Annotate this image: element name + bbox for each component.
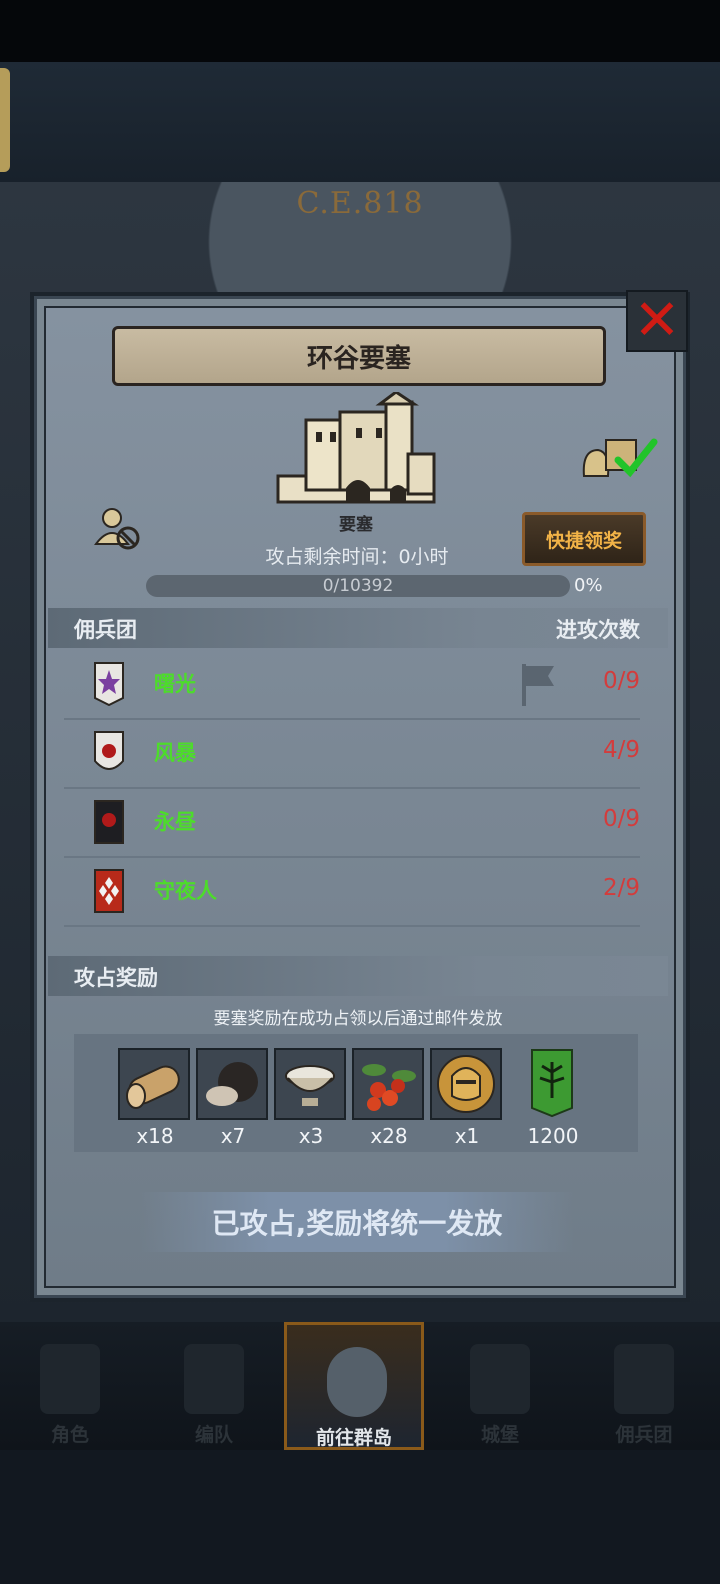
bottom-bar: [0, 1450, 720, 1584]
dawn-banner-icon: [94, 662, 124, 706]
nav-label: 编队: [194, 1424, 233, 1446]
mercenary-row[interactable]: 守夜人 2/9: [64, 857, 640, 927]
nav-castle[interactable]: 城堡: [430, 1322, 570, 1450]
mercenary-name: 曙光: [154, 672, 196, 696]
occupant-none-icon[interactable]: [94, 506, 142, 552]
eternal-day-banner-icon: [94, 800, 124, 844]
nav-formation[interactable]: 编队: [144, 1322, 284, 1450]
attack-count: 0/9: [602, 806, 640, 832]
nav-label: 城堡: [480, 1424, 519, 1446]
helmet-icon: [184, 1344, 244, 1414]
side-tab[interactable]: [0, 68, 10, 172]
berries-icon: [362, 1064, 416, 1111]
reward-section-title: 攻占奖励: [74, 966, 158, 990]
captured-status-text: 已攻占,奖励将统一发放: [211, 1207, 503, 1240]
nav-label: 佣兵团: [615, 1424, 673, 1446]
status-bar: [0, 0, 720, 62]
reward-qty: x3: [298, 1124, 324, 1148]
reward-item[interactable]: [118, 1048, 190, 1120]
night-watch-banner-icon: [94, 869, 124, 913]
reward-section-header: 攻占奖励: [48, 956, 668, 996]
captured-status-banner: 已攻占,奖励将统一发放: [140, 1192, 574, 1252]
bottom-nav: 角色 编队 前往群岛 城堡 佣兵团: [0, 1322, 720, 1450]
remaining-time: 攻占剩余时间：0小时: [265, 546, 449, 568]
reward-item[interactable]: [274, 1048, 346, 1120]
close-icon: ✕: [633, 288, 681, 353]
reward-list: x18 x7 x3 x28 x1 1200: [74, 1034, 638, 1152]
progress-value: 0/10392: [322, 576, 394, 596]
tree-banner-icon[interactable]: [530, 1048, 574, 1118]
reward-item[interactable]: [430, 1048, 502, 1120]
reward-qty: 1200: [527, 1124, 579, 1148]
reward-qty: x28: [370, 1124, 408, 1148]
flag-icon: [522, 664, 554, 706]
mercenary-section-title: 佣兵团: [74, 618, 137, 642]
attack-count: 4/9: [602, 737, 640, 763]
reward-note: 要塞奖励在成功占领以后通过邮件发放: [213, 1009, 503, 1029]
nav-label: 角色: [50, 1424, 89, 1446]
capture-progress-bar: 0/10392: [146, 575, 570, 597]
mercenary-row[interactable]: 永昼 0/9: [64, 788, 640, 858]
mercenary-name: 守夜人: [154, 879, 217, 903]
nav-mercenary[interactable]: 佣兵团: [574, 1322, 714, 1450]
quick-claim-button[interactable]: 快捷领奖: [522, 512, 646, 566]
title-plate: 环谷要塞: [112, 326, 606, 386]
wood-log-icon: [126, 1065, 180, 1109]
mercenary-icon: [614, 1344, 674, 1414]
nav-label: 前往群岛: [315, 1427, 392, 1449]
storm-banner-icon: [94, 731, 124, 770]
mercenary-row[interactable]: 风暴 4/9: [64, 719, 640, 789]
progress-percent: 0%: [574, 575, 603, 596]
mercenary-name: 风暴: [154, 741, 196, 765]
reward-item[interactable]: [352, 1048, 424, 1120]
nav-islands[interactable]: 前往群岛: [284, 1322, 424, 1450]
nav-character[interactable]: 角色: [0, 1322, 140, 1450]
attack-count-header: 进攻次数: [556, 618, 640, 642]
building-type-label: 要塞: [339, 515, 373, 535]
reward-qty: x1: [454, 1124, 480, 1148]
globe-icon: [327, 1347, 387, 1417]
reward-qty: x18: [136, 1124, 174, 1148]
mercenary-row[interactable]: 曙光 0/9: [64, 650, 640, 720]
truffle-icon: [206, 1062, 258, 1106]
mercenary-name: 永昼: [154, 810, 196, 834]
dialog-title: 环谷要塞: [306, 343, 411, 374]
knight-icon: [40, 1344, 100, 1414]
reward-item[interactable]: [196, 1048, 268, 1120]
close-button[interactable]: ✕: [626, 290, 688, 352]
castle-icon: [470, 1344, 530, 1414]
knight-helmet-icon: [437, 1055, 495, 1113]
era-label: C.E.818: [296, 186, 424, 221]
attack-count: 0/9: [602, 668, 640, 694]
mercenary-section-header: 佣兵团 进攻次数: [48, 608, 668, 648]
reward-claimed-icon[interactable]: [580, 430, 658, 480]
attack-count: 2/9: [602, 875, 640, 901]
salt-bowl-icon: [285, 1065, 335, 1106]
header-band: [0, 62, 720, 182]
reward-qty: x7: [220, 1124, 246, 1148]
fortress-icon: [276, 392, 436, 504]
